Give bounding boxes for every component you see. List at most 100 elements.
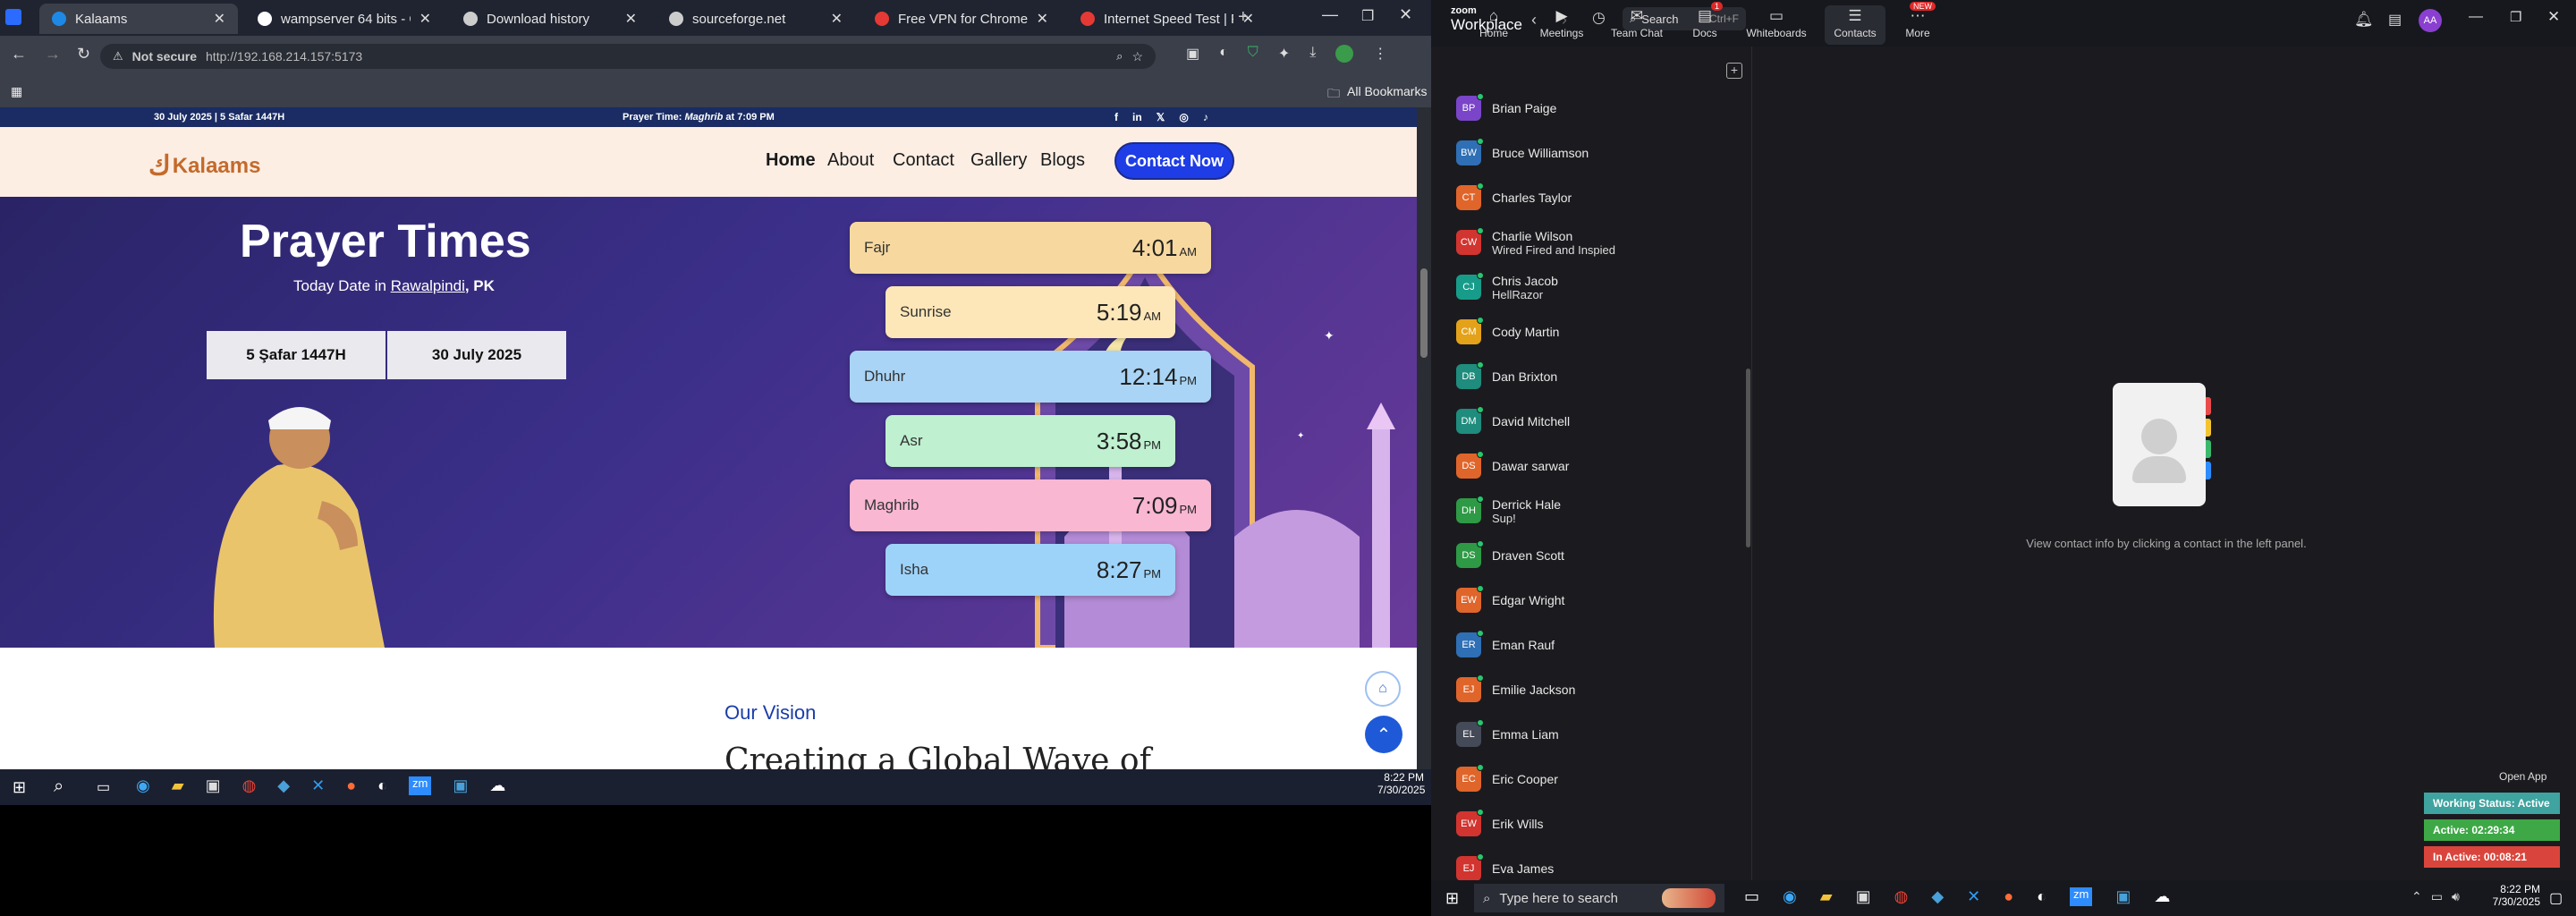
contact-row[interactable]: CJ Chris Jacob HellRazor: [1456, 265, 1742, 310]
apps-grid-icon[interactable]: ▦: [11, 84, 22, 99]
contact-row[interactable]: DM David Mitchell: [1456, 399, 1742, 444]
bookmark-star-icon[interactable]: ☆: [1131, 49, 1143, 64]
app4-icon-right[interactable]: ☁: [2154, 887, 2170, 906]
contact-row[interactable]: CM Cody Martin: [1456, 310, 1742, 354]
facebook-icon[interactable]: f: [1114, 111, 1118, 123]
zoom-nav-docs[interactable]: 1 ▤ Docs: [1674, 2, 1735, 45]
contact-now-button[interactable]: Contact Now: [1114, 142, 1234, 180]
postman-icon-right[interactable]: ●: [2004, 887, 2013, 906]
browser-tab-4[interactable]: Free VPN for Chrome - VPN ✕: [862, 4, 1061, 34]
tab-close-icon[interactable]: ✕: [419, 10, 431, 28]
zoom-taskbar-icon[interactable]: zm: [408, 776, 432, 795]
task-view-icon[interactable]: ▭: [97, 778, 110, 796]
network-icon[interactable]: ▭: [2431, 889, 2443, 904]
close-window-icon[interactable]: ✕: [1399, 5, 1412, 24]
contact-row[interactable]: BW Bruce Williamson: [1456, 131, 1742, 175]
zoom-nav-meetings[interactable]: ▶ Meetings: [1531, 5, 1592, 45]
tab-close-icon[interactable]: ✕: [214, 10, 225, 28]
user-avatar[interactable]: AA: [2419, 9, 2442, 32]
minimize-icon[interactable]: —: [1322, 5, 1338, 24]
nav-contact[interactable]: Contact: [893, 150, 954, 171]
address-bar[interactable]: ⚠ Not secure http://192.168.214.157:5173…: [100, 44, 1156, 69]
app-icon[interactable]: ◆: [277, 776, 290, 795]
calendar-icon[interactable]: ▤: [2388, 11, 2402, 29]
postman-icon[interactable]: ●: [346, 776, 356, 795]
zoom-nav-whiteboards[interactable]: ▭ Whiteboards: [1746, 5, 1807, 45]
forward-icon[interactable]: →: [45, 45, 61, 64]
contact-row[interactable]: EC Eric Cooper: [1456, 757, 1742, 802]
app2-icon-right[interactable]: ◐: [2037, 887, 2046, 906]
extension-icon-3[interactable]: ⛉: [1248, 45, 1258, 63]
store-icon-right[interactable]: ▣: [1856, 887, 1871, 906]
store-icon[interactable]: ▣: [206, 776, 221, 795]
start-icon[interactable]: ⊞: [13, 778, 26, 797]
open-app-link[interactable]: Open App: [2499, 770, 2546, 783]
tab-close-icon[interactable]: ✕: [831, 10, 843, 28]
browser-tab-3[interactable]: sourceforge.net ✕: [657, 4, 855, 34]
edge-icon-right[interactable]: ◉: [1783, 887, 1797, 906]
contact-row[interactable]: EW Edgar Wright: [1456, 578, 1742, 623]
explorer-icon-right[interactable]: ▰: [1820, 887, 1833, 906]
contact-row[interactable]: ER Eman Rauf: [1456, 623, 1742, 667]
tab-close-icon[interactable]: ✕: [625, 10, 637, 28]
zoom-close-icon[interactable]: ✕: [2547, 8, 2560, 26]
app3-icon[interactable]: ▣: [453, 776, 468, 795]
zoom-nav-more[interactable]: NEW ⋯ More: [1887, 2, 1948, 45]
download-icon[interactable]: ⤓: [1309, 45, 1316, 63]
tab-close-icon[interactable]: ✕: [1037, 10, 1048, 28]
contact-row[interactable]: EJ Emilie Jackson: [1456, 667, 1742, 712]
browser-tab-5[interactable]: Internet Speed Test | Fast.co✕: [1068, 4, 1267, 34]
zoom-minimize-icon[interactable]: —: [2469, 9, 2483, 25]
taskbar-search-icon[interactable]: ⌕: [54, 776, 64, 797]
zoom-lens-icon[interactable]: ⌕: [1116, 49, 1123, 64]
all-bookmarks[interactable]: 🗀 All Bookmarks: [1327, 84, 1427, 106]
extension-icon-2[interactable]: ◐: [1219, 45, 1228, 63]
start-icon-right[interactable]: ⊞: [1445, 889, 1459, 908]
browser-menu-icon[interactable]: ⋮: [1373, 45, 1387, 63]
contact-row[interactable]: EW Erik Wills: [1456, 802, 1742, 846]
reload-icon[interactable]: ↻: [77, 45, 90, 64]
tiktok-icon[interactable]: ♪: [1203, 111, 1208, 123]
new-tab-button[interactable]: +: [1238, 7, 1249, 28]
zoom-nav-team-chat[interactable]: ✉ Team Chat: [1606, 5, 1667, 45]
zoom-history-icon[interactable]: ◷: [1592, 9, 1606, 27]
app3-icon-right[interactable]: ▣: [2115, 887, 2131, 906]
task-view-icon-right[interactable]: ▭: [1744, 887, 1759, 906]
browser-tab-0[interactable]: Kalaams ✕: [39, 4, 238, 34]
zoom-nav-contacts[interactable]: ☰ Contacts: [1825, 5, 1885, 45]
taskbar-search-box[interactable]: ⌕ Type here to search: [1474, 884, 1724, 912]
contact-row[interactable]: CW Charlie Wilson Wired Fired and Inspied: [1456, 220, 1742, 265]
zoom-maximize-icon[interactable]: ❐: [2510, 9, 2521, 25]
page-scrollbar[interactable]: [1417, 107, 1431, 769]
contact-row[interactable]: DH Derrick Hale Sup!: [1456, 488, 1742, 533]
chrome-icon-right[interactable]: ◍: [1894, 887, 1909, 906]
edge-icon[interactable]: ◉: [136, 776, 150, 795]
maximize-icon[interactable]: ❐: [1361, 7, 1374, 25]
contact-row[interactable]: DB Dan Brixton: [1456, 354, 1742, 399]
extensions-puzzle-icon[interactable]: ✦: [1278, 45, 1290, 63]
nav-blogs[interactable]: Blogs: [1040, 150, 1085, 171]
tab-search-icon[interactable]: [5, 9, 21, 25]
contact-row[interactable]: DS Dawar sarwar: [1456, 444, 1742, 488]
site-logo[interactable]: ﻙ Kalaams: [148, 150, 260, 182]
scroll-top-button[interactable]: ⌂: [1365, 671, 1401, 707]
notifications-icon[interactable]: 🔔︎: [2354, 11, 2374, 29]
contact-row[interactable]: EJ Eva James: [1456, 846, 1742, 880]
app2-icon[interactable]: ◐: [377, 776, 387, 795]
contact-row[interactable]: EL Emma Liam: [1456, 712, 1742, 757]
zoom-taskbar-icon-right[interactable]: zm: [2070, 887, 2093, 906]
scroll-up-button[interactable]: ⌃: [1365, 716, 1402, 753]
notification-center-icon[interactable]: ▢: [2549, 889, 2563, 907]
extension-icon-1[interactable]: ▣: [1186, 45, 1199, 63]
nav-home[interactable]: Home: [766, 150, 816, 171]
contact-row[interactable]: BP Brian Paige: [1456, 86, 1742, 131]
contact-row[interactable]: CT Charles Taylor: [1456, 175, 1742, 220]
right-clock[interactable]: 8:22 PM 7/30/2025: [2490, 883, 2540, 908]
nav-about[interactable]: About: [827, 150, 874, 171]
add-contact-icon[interactable]: +: [1726, 63, 1742, 79]
contacts-scrollbar[interactable]: [1746, 369, 1750, 547]
x-icon[interactable]: 𝕏: [1157, 111, 1165, 123]
contact-row[interactable]: DS Draven Scott: [1456, 533, 1742, 578]
vscode-icon[interactable]: ✕: [311, 776, 325, 795]
browser-tab-1[interactable]: wampserver 64 bits - Google ✕: [245, 4, 444, 34]
